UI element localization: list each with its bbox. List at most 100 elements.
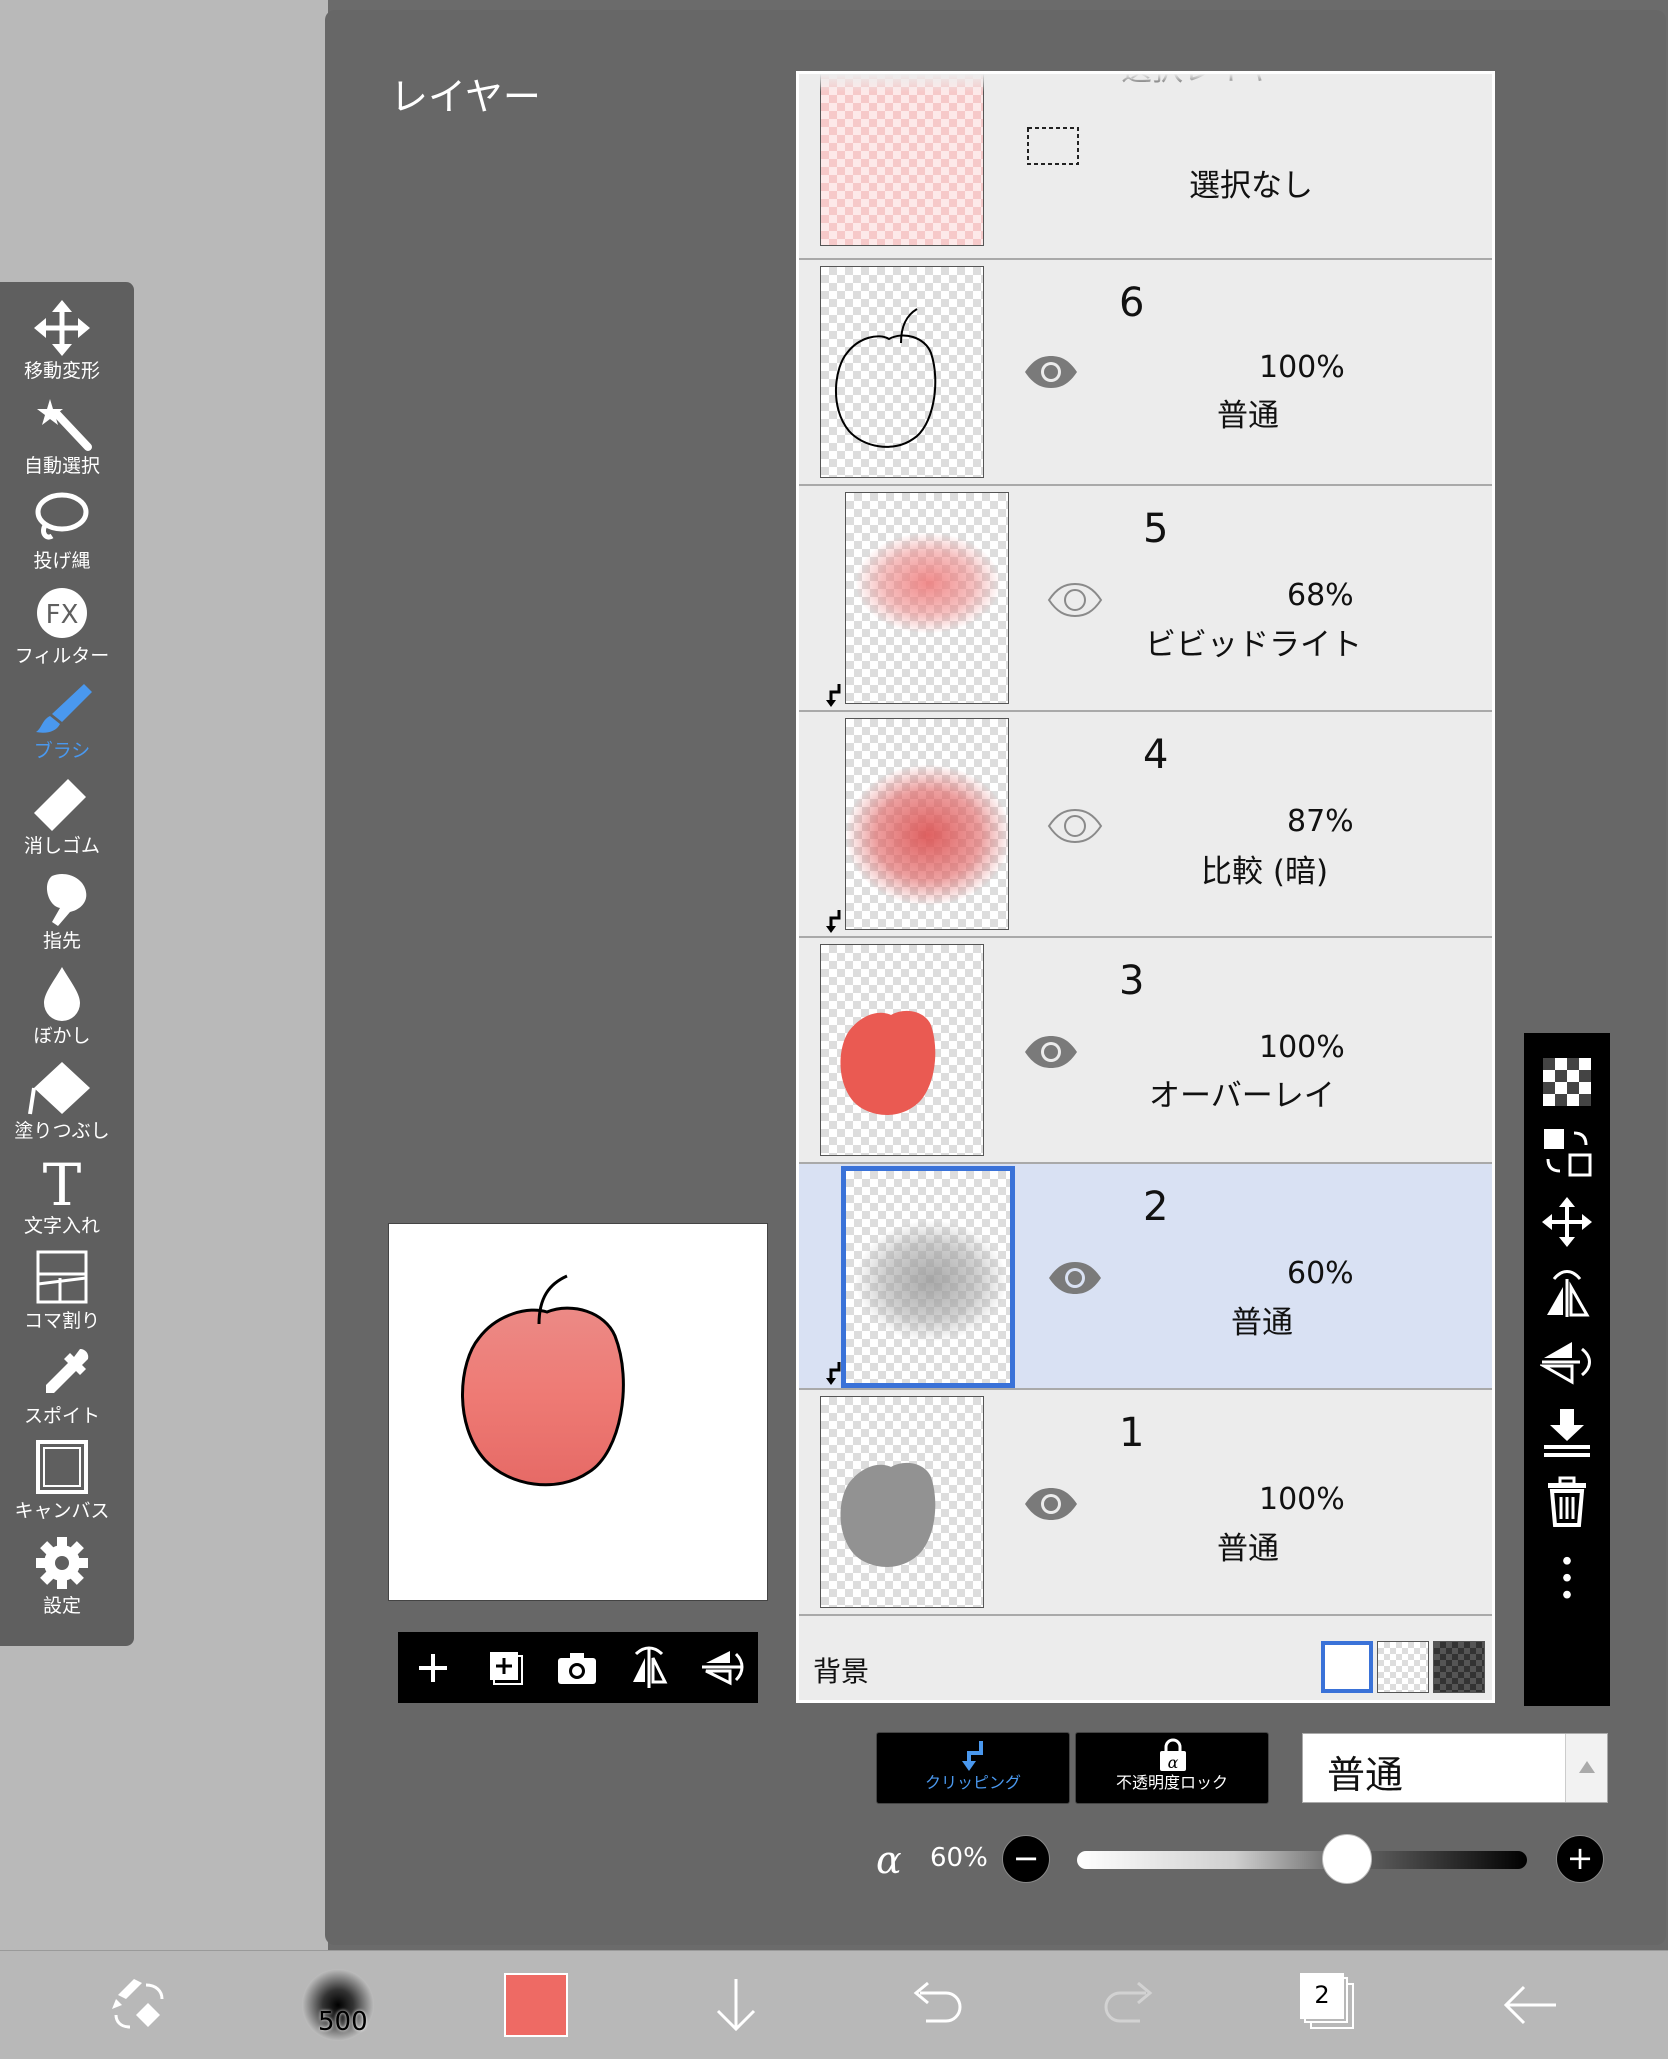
opacity-slider-track[interactable] xyxy=(1077,1851,1527,1869)
blend-mode-value: 普通 xyxy=(1327,1753,1404,1797)
fx-icon: FX xyxy=(37,588,87,638)
clipping-arrow-icon xyxy=(826,910,841,933)
add-layer-icon[interactable] xyxy=(398,1632,468,1703)
layer-blend-mode: 比較 (暗) xyxy=(1201,854,1329,890)
layer-row-2[interactable]: 2 60% 普通 xyxy=(799,1164,1492,1390)
layer-opacity: 100% xyxy=(1259,350,1345,385)
tool-label: 文字入れ xyxy=(23,1215,100,1237)
color-swatch-button[interactable] xyxy=(504,1973,568,2037)
tool-blur[interactable]: ぼかし xyxy=(0,961,124,1057)
background-transparent-swatch[interactable] xyxy=(1377,1641,1429,1693)
clipping-arrow-icon xyxy=(826,1362,841,1385)
visibility-eye-icon[interactable] xyxy=(1047,1258,1103,1298)
tool-finger[interactable]: 指先 xyxy=(0,866,124,962)
layer-blend-mode: ビビッドライト xyxy=(1145,627,1362,663)
tool-brush[interactable]: ブラシ xyxy=(0,676,124,772)
tool-label: ぼかし xyxy=(33,1025,91,1047)
flip-layer-vertical-icon[interactable] xyxy=(1540,1335,1594,1389)
add-layer-copy-icon[interactable] xyxy=(470,1632,540,1703)
tool-label: 自動選択 xyxy=(23,455,100,477)
tool-label: 投げ縄 xyxy=(33,550,91,572)
frame-divider-icon xyxy=(36,1250,88,1304)
tool-filter[interactable]: FX フィルター xyxy=(0,581,124,677)
opacity-decrease-button[interactable]: − xyxy=(1002,1835,1050,1883)
layer-thumbnail xyxy=(820,266,984,478)
visibility-eye-icon[interactable] xyxy=(1047,806,1103,846)
more-options-icon[interactable] xyxy=(1540,1553,1594,1607)
current-color xyxy=(506,1975,566,2035)
move-layer-icon[interactable] xyxy=(1540,1195,1594,1249)
ibispaint-screen: 移動変形 自動選択 投げ縄 FX フィルター ブラシ 消しゴム 指先 ぼかし 塗… xyxy=(0,0,1668,2059)
selection-layer-row[interactable]: 選択レイヤ 選択なし xyxy=(799,74,1492,260)
brush-size-value: 500 xyxy=(318,2007,368,2037)
visibility-eye-icon[interactable] xyxy=(1047,580,1103,620)
layer-row-3[interactable]: 3 100% オーバーレイ xyxy=(799,938,1492,1164)
opacity-slider-knob[interactable] xyxy=(1322,1834,1372,1884)
alpha-lock-label: 不透明度ロック xyxy=(1115,1773,1228,1792)
layer-number: 6 xyxy=(1119,280,1145,326)
tool-label: 設定 xyxy=(42,1595,81,1617)
tool-move-transform[interactable]: 移動変形 xyxy=(0,296,124,392)
alpha-symbol: α xyxy=(876,1838,902,1882)
lock-icon: α xyxy=(1160,1738,1186,1772)
background-label: 背景 xyxy=(813,1655,870,1688)
layer-row-6[interactable]: 6 100% 普通 xyxy=(799,260,1492,486)
layer-row-5[interactable]: 5 68% ビビッドライト xyxy=(799,486,1492,712)
canvas-preview xyxy=(388,1223,768,1601)
soft-red-blob xyxy=(846,765,1008,905)
move-arrows-icon xyxy=(34,300,90,356)
tool-auto-select[interactable]: 自動選択 xyxy=(0,391,124,487)
flip-vertical-icon[interactable] xyxy=(686,1632,756,1703)
tool-text[interactable]: T 文字入れ xyxy=(0,1151,124,1247)
camera-icon[interactable] xyxy=(542,1632,612,1703)
layer-row-1[interactable]: 1 100% 普通 xyxy=(799,1390,1492,1616)
tool-lasso[interactable]: 投げ縄 xyxy=(0,486,124,582)
selection-status: 選択なし xyxy=(1189,168,1313,204)
flip-layer-horizontal-icon[interactable] xyxy=(1540,1265,1594,1319)
layers-button[interactable]: 2 xyxy=(1300,1973,1360,2033)
clipping-arrow-icon xyxy=(826,684,841,707)
trash-icon[interactable] xyxy=(1540,1475,1594,1529)
brush-size-button[interactable]: 500 xyxy=(302,1969,374,2041)
clipping-icon xyxy=(962,1741,983,1771)
alpha-lock-button[interactable]: α 不透明度ロック xyxy=(1075,1732,1269,1804)
tool-fill[interactable]: 塗りつぶし xyxy=(0,1056,124,1152)
layer-row-4[interactable]: 4 87% 比較 (暗) xyxy=(799,712,1492,938)
undo-icon[interactable] xyxy=(898,1969,970,2041)
blend-mode-dropdown[interactable] xyxy=(1565,1734,1607,1802)
layer-thumbnail xyxy=(845,492,1009,704)
opacity-increase-button[interactable]: + xyxy=(1556,1835,1604,1883)
layer-number: 5 xyxy=(1143,506,1169,552)
flip-horizontal-icon[interactable] xyxy=(614,1632,684,1703)
visibility-eye-icon[interactable] xyxy=(1023,1484,1079,1524)
redo-icon[interactable] xyxy=(1096,1969,1168,2041)
tool-canvas[interactable]: キャンバス xyxy=(0,1436,124,1532)
triangle-up-icon xyxy=(1579,1761,1595,1773)
layer-opacity: 60% xyxy=(1287,1256,1354,1291)
tool-switch-icon[interactable] xyxy=(104,1969,176,2041)
tool-eraser[interactable]: 消しゴム xyxy=(0,771,124,867)
layer-opacity: 68% xyxy=(1287,578,1354,613)
swap-layers-icon[interactable] xyxy=(1540,1125,1594,1179)
lasso-icon xyxy=(35,492,89,540)
layer-number: 3 xyxy=(1119,958,1145,1004)
merge-down-icon[interactable] xyxy=(1540,1405,1594,1459)
background-dark-swatch[interactable] xyxy=(1433,1641,1485,1693)
blend-mode-select[interactable]: 普通 xyxy=(1302,1733,1608,1803)
preview-toolbar xyxy=(398,1632,758,1703)
tool-eyedropper[interactable]: スポイト xyxy=(0,1341,124,1437)
transparent-checker-icon[interactable] xyxy=(1540,1055,1594,1109)
visibility-eye-icon[interactable] xyxy=(1023,352,1079,392)
visibility-eye-icon[interactable] xyxy=(1023,1032,1079,1072)
layer-opacity: 100% xyxy=(1259,1030,1345,1065)
clipping-button[interactable]: クリッピング xyxy=(876,1732,1070,1804)
layer-opacity: 100% xyxy=(1259,1482,1345,1517)
eraser-icon xyxy=(34,779,86,831)
arrow-down-icon[interactable] xyxy=(700,1969,772,2041)
tool-frame-divider[interactable]: コマ割り xyxy=(0,1246,124,1342)
tool-label: ブラシ xyxy=(33,740,91,762)
layer-list[interactable]: 選択レイヤ 選択なし 6 100% 普通 5 68% ビビッドライト xyxy=(796,71,1495,1703)
back-arrow-icon[interactable] xyxy=(1494,1969,1566,2041)
background-white-swatch[interactable] xyxy=(1321,1641,1373,1693)
tool-settings[interactable]: 設定 xyxy=(0,1531,124,1627)
